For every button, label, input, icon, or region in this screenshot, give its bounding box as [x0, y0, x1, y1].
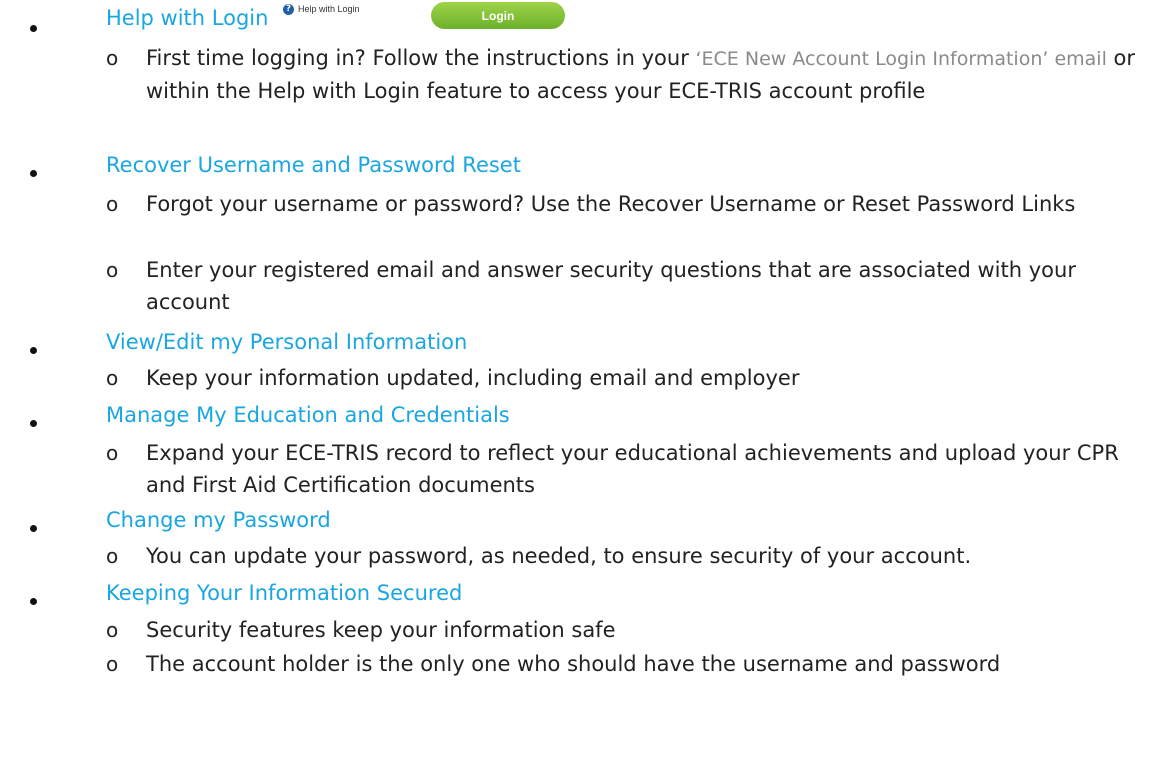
bullet-icon	[30, 420, 37, 427]
list-item-security-features: Security features keep your information …	[146, 618, 616, 642]
bullet-icon	[30, 25, 37, 32]
help-with-login-link[interactable]: ? Help with Login	[283, 1, 360, 17]
section-heading-help-with-login[interactable]: Help with Login	[106, 4, 268, 32]
help-question-icon: ?	[283, 3, 294, 15]
login-button[interactable]: Login	[431, 2, 565, 29]
bullet-icon	[30, 525, 37, 532]
bullet-icon	[30, 598, 37, 605]
list-item-registered-email: Enter your registered email and answer s…	[146, 258, 1076, 314]
list-item-keep-updated: Keep your information updated, including…	[146, 366, 800, 390]
new-account-email-reference: ‘ECE New Account Login Information’ emai…	[695, 48, 1107, 70]
sub-bullet-marker: o	[106, 544, 119, 568]
sub-bullet-marker: o	[106, 192, 119, 216]
section-heading-information-secured[interactable]: Keeping Your Information Secured	[106, 579, 462, 607]
section-heading-education-credentials[interactable]: Manage My Education and Credentials	[106, 401, 510, 429]
document-page: ? Help with Login Login Help with Login …	[0, 0, 1161, 769]
list-item-forgot-username: Forgot your username or password? Use th…	[146, 192, 1076, 216]
sub-bullet-marker: o	[106, 46, 119, 70]
list-item-update-password: You can update your password, as needed,…	[146, 544, 972, 568]
sub-bullet-marker: o	[106, 258, 119, 282]
bullet-icon	[30, 347, 37, 354]
list-item-expand-record: Expand your ECE-TRIS record to reflect y…	[146, 441, 1119, 497]
help-with-login-label: Help with Login	[298, 4, 360, 14]
sub-bullet-marker: o	[106, 366, 119, 390]
first-time-text: First time logging in? Follow the instru…	[146, 46, 696, 70]
bullet-icon	[30, 170, 37, 177]
section-heading-recover-username[interactable]: Recover Username and Password Reset	[106, 151, 521, 179]
list-item-account-holder: The account holder is the only one who s…	[146, 652, 1001, 676]
list-item-first-time-login: First time logging in? Follow the instru…	[146, 42, 1146, 107]
sub-bullet-marker: o	[106, 618, 119, 642]
section-heading-personal-information[interactable]: View/Edit my Personal Information	[106, 328, 467, 356]
section-heading-change-password[interactable]: Change my Password	[106, 506, 331, 534]
sub-bullet-marker: o	[106, 441, 119, 465]
sub-bullet-marker: o	[106, 652, 119, 676]
